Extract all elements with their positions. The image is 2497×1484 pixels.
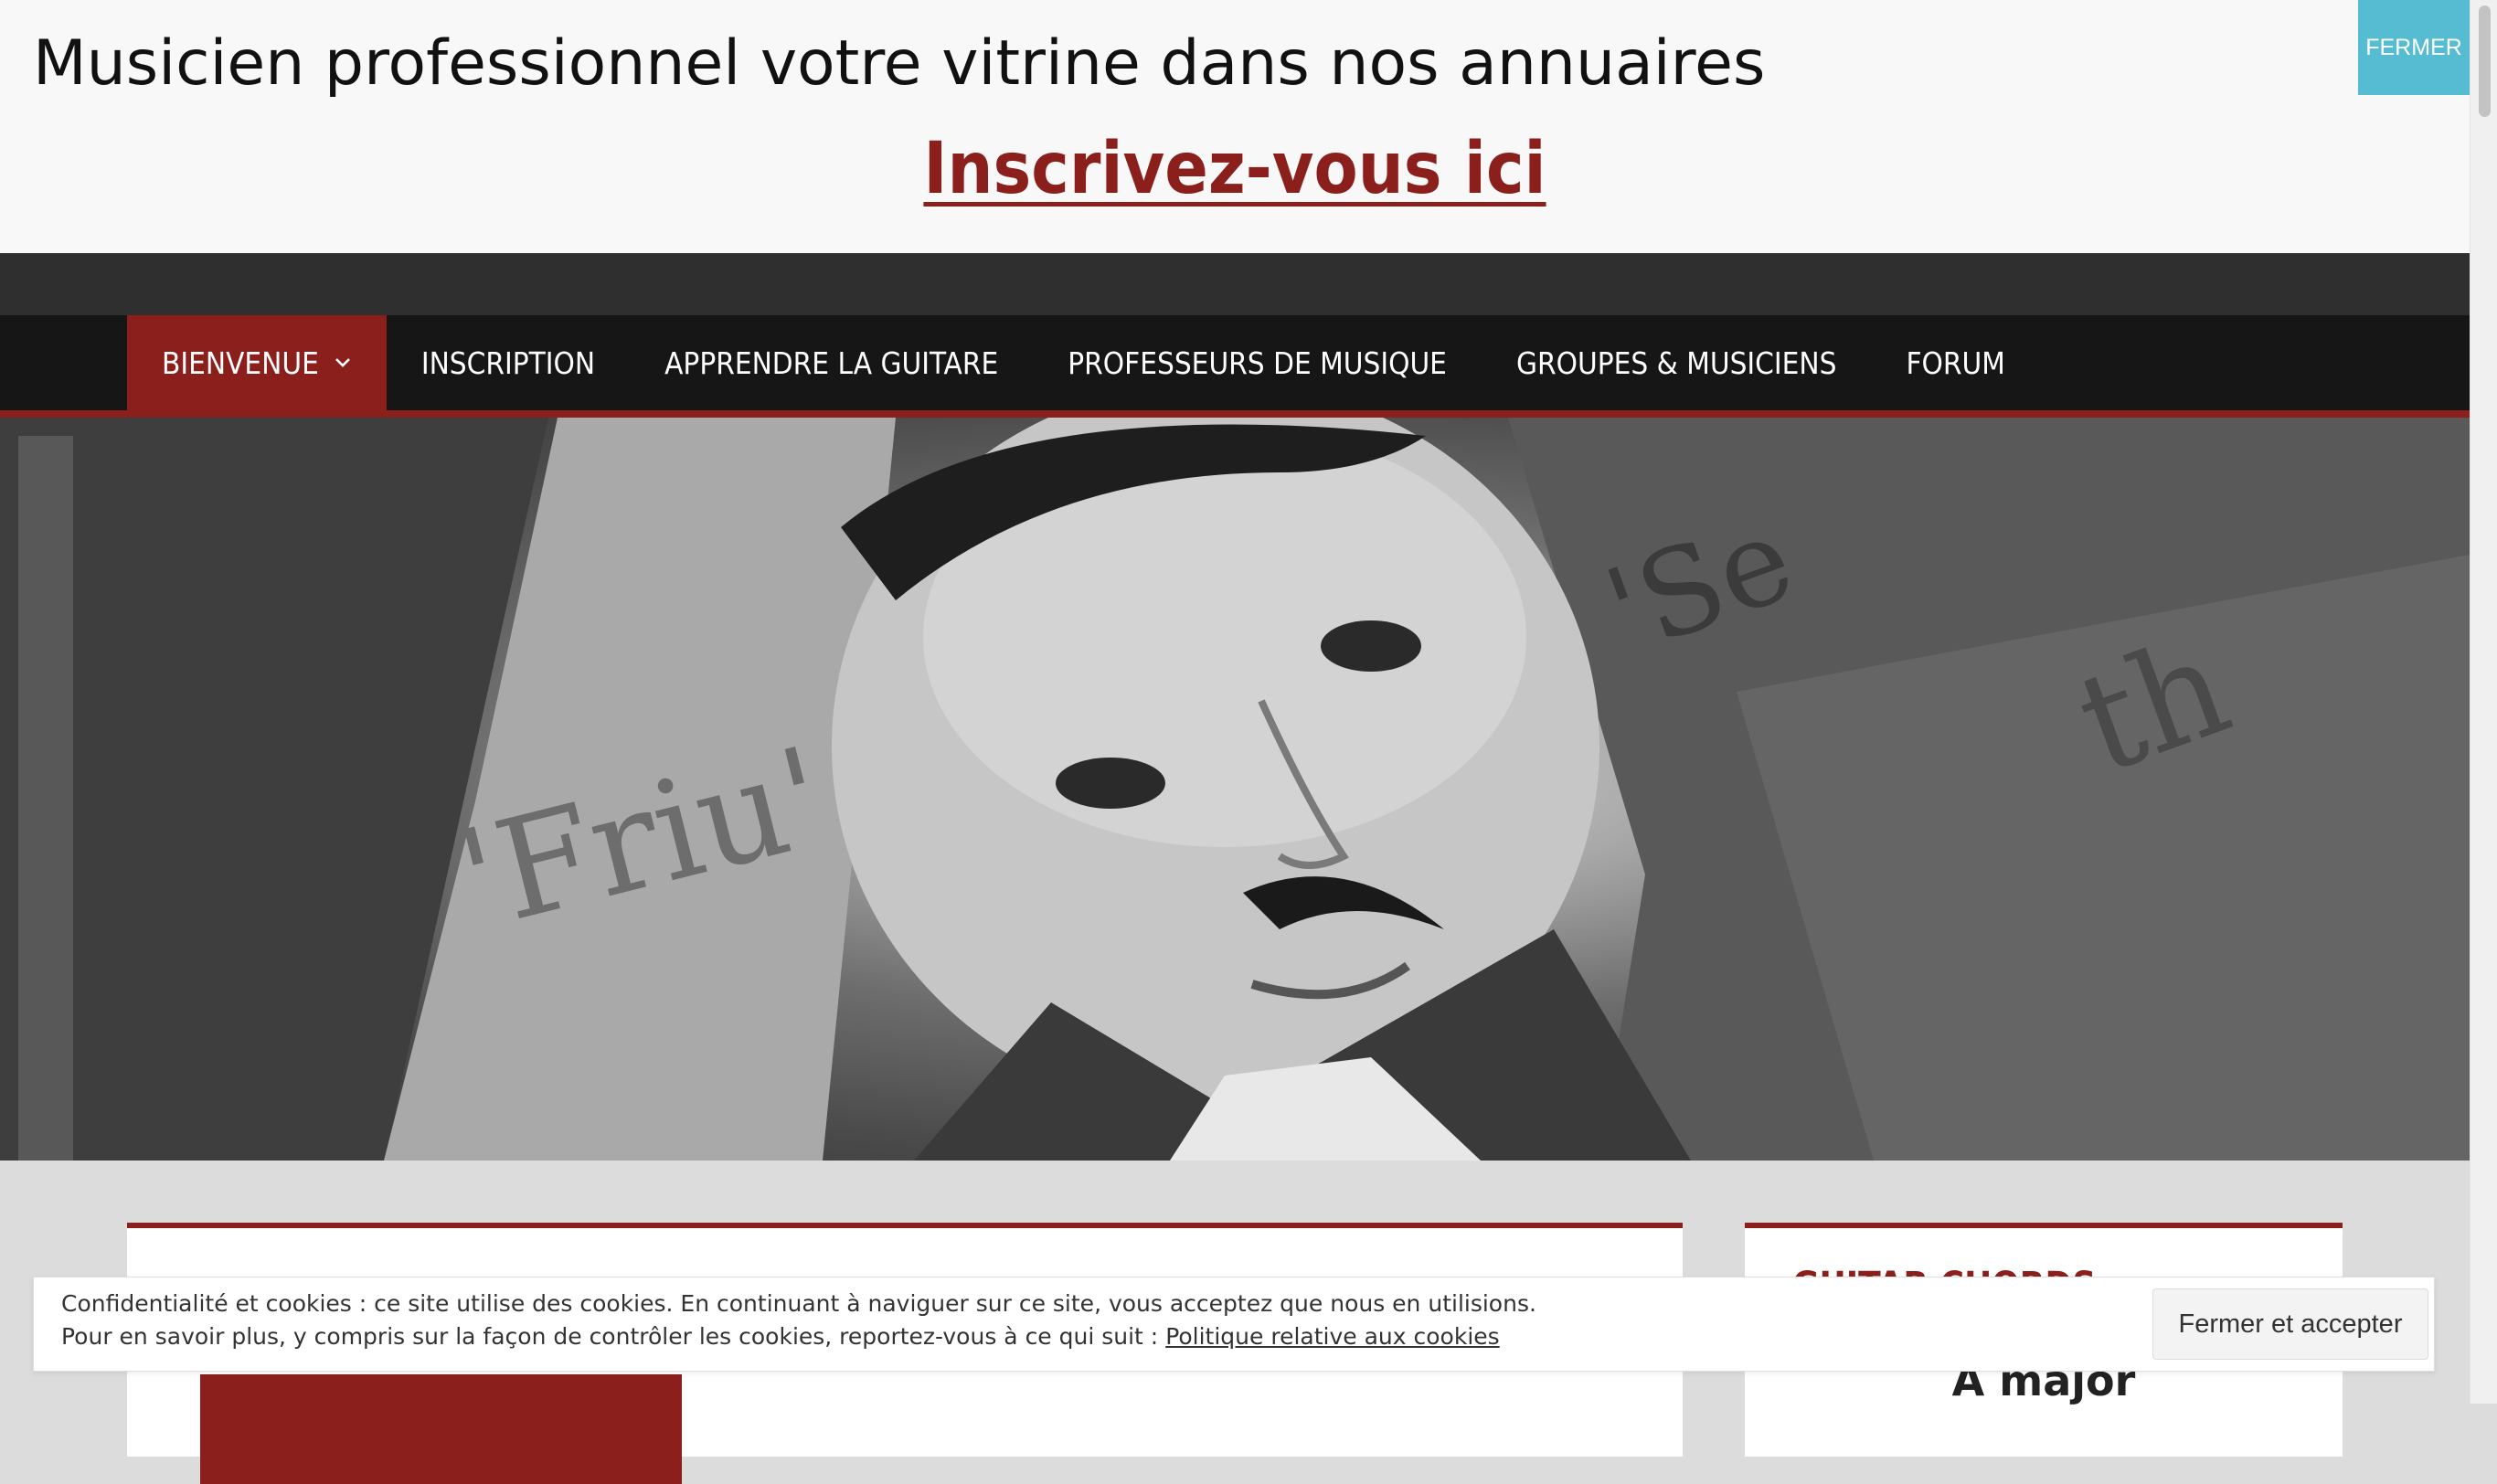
nav-item-apprendre-guitare[interactable]: APPRENDRE LA GUITARE <box>630 315 1033 410</box>
chevron-down-icon <box>334 352 352 375</box>
scrollbar-thumb[interactable] <box>2479 5 2491 117</box>
nav-item-bienvenue[interactable]: BIENVENUE <box>127 315 387 410</box>
nav-item-label: PROFESSEURS DE MUSIQUE <box>1068 344 1447 381</box>
nav-item-inscription[interactable]: INSCRIPTION <box>387 315 630 410</box>
cookie-text-prefix: Pour en savoir plus, y compris sur la fa… <box>61 1323 1166 1350</box>
nav-item-label: BIENVENUE <box>162 344 319 381</box>
hero-image: 'Friu' 'Se th <box>0 418 2470 1161</box>
nav-items: BIENVENUE INSCRIPTION APPRENDRE LA GUITA… <box>127 315 2040 410</box>
accept-cookies-button[interactable]: Fermer et accepter <box>2152 1288 2428 1360</box>
nav-item-label: INSCRIPTION <box>420 344 596 381</box>
cookie-text-line2: Pour en savoir plus, y compris sur la fa… <box>61 1323 1500 1350</box>
promo-header: Musicien professionnel votre vitrine dan… <box>0 0 2470 253</box>
nav-item-groupes-musiciens[interactable]: GROUPES & MUSICIENS <box>1482 315 1872 410</box>
nav-item-label: FORUM <box>1906 344 2005 381</box>
cookie-policy-link[interactable]: Politique relative aux cookies <box>1165 1323 1499 1350</box>
guitarist-portrait-photo: 'Friu' 'Se th <box>0 418 2470 1161</box>
post-thumbnail[interactable] <box>200 1374 682 1484</box>
nav-item-professeurs[interactable]: PROFESSEURS DE MUSIQUE <box>1033 315 1482 410</box>
nav-item-label: GROUPES & MUSICIENS <box>1515 344 1837 381</box>
cookie-text-line1: Confidentialité et cookies : ce site uti… <box>61 1290 1536 1317</box>
main-nav: BIENVENUE INSCRIPTION APPRENDRE LA GUITA… <box>0 315 2470 418</box>
promo-title: Musicien professionnel votre vitrine dan… <box>33 27 1766 100</box>
page-scrollbar[interactable] <box>2470 0 2497 1404</box>
top-bar <box>0 253 2470 315</box>
signup-link[interactable]: Inscrivez-vous ici <box>0 128 2470 210</box>
nav-item-forum[interactable]: FORUM <box>1871 315 2039 410</box>
nav-item-label: APPRENDRE LA GUITARE <box>664 344 999 381</box>
close-promo-button[interactable]: FERMER <box>2358 0 2470 95</box>
cookie-banner: Confidentialité et cookies : ce site uti… <box>33 1277 2435 1372</box>
